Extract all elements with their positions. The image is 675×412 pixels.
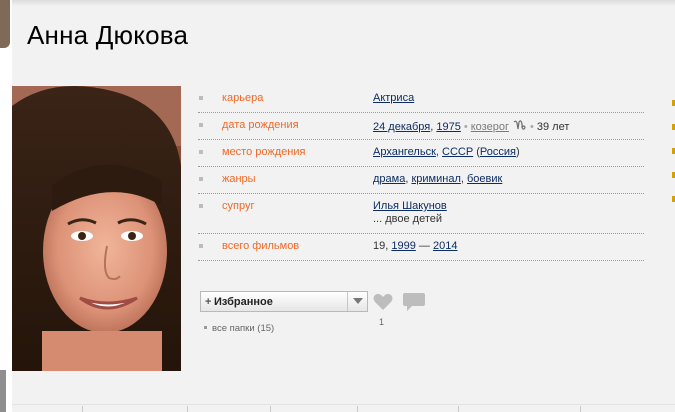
likes-count: 1 — [379, 317, 385, 327]
capricorn-icon — [513, 119, 526, 135]
info-row-birth-place: место рождения Архангельск, СССР (Россия… — [198, 140, 644, 167]
age-text: 39 лет — [536, 121, 570, 133]
spouse-label: супруг — [222, 200, 255, 212]
profile-page: Анна Дюкова карьера Актриса дата рождени… — [12, 0, 675, 412]
row-bullet — [199, 96, 203, 100]
speech-bubble-icon[interactable] — [403, 293, 425, 317]
tab-divider — [187, 406, 188, 412]
films-count: 19 — [373, 240, 386, 252]
genre-link[interactable]: боевик — [467, 173, 502, 185]
row-bullet — [199, 150, 203, 154]
row-bullet — [199, 204, 203, 208]
bullet-dot — [204, 326, 207, 329]
tab-divider — [270, 406, 271, 412]
genre-link[interactable]: криминал — [411, 173, 460, 185]
spouse-link[interactable]: Илья Шакунов — [373, 200, 447, 212]
chevron-down-icon — [353, 298, 363, 304]
info-row-career: карьера Актриса — [198, 86, 644, 113]
films-year-to-link[interactable]: 2014 — [433, 240, 457, 252]
career-link[interactable]: Актриса — [373, 92, 414, 104]
favorites-dropdown[interactable]: + Избранное — [200, 291, 368, 312]
all-folders-text: все папки (15) — [212, 323, 275, 334]
tab-divider — [580, 406, 581, 412]
left-edge-decoration-bottom — [0, 370, 6, 412]
row-bullet — [199, 244, 203, 248]
row-bullet — [199, 123, 203, 127]
left-edge-decoration — [0, 0, 10, 48]
career-label: карьера — [222, 92, 264, 104]
genre-link[interactable]: драма — [373, 173, 405, 185]
children-text: ... двое детей — [373, 213, 443, 225]
favorites-label: Избранное — [214, 296, 273, 308]
dropdown-toggle[interactable] — [347, 292, 367, 311]
heart-icon[interactable] — [373, 293, 393, 316]
separator-dot: • — [463, 121, 468, 133]
top-shade — [12, 0, 675, 6]
films-total-value: 19, 1999 — 2014 — [373, 240, 458, 252]
tab-divider — [458, 406, 459, 412]
birth-date-label: дата рождения — [222, 119, 299, 131]
zodiac-link[interactable]: козерог — [471, 121, 509, 133]
birth-country-now-link[interactable]: Россия — [480, 146, 516, 158]
info-row-genres: жанры драма, криминал, боевик — [198, 167, 644, 194]
birth-city-link[interactable]: Архангельск — [373, 146, 436, 158]
bottom-tab-strip — [12, 404, 675, 412]
birth-date-value: 24 декабря, 1975 • козерог • 39 лет — [373, 119, 570, 135]
spouse-value: Илья Шакунов ... двое детей — [373, 200, 447, 225]
birth-place-label: место рождения — [222, 146, 306, 158]
career-value: Актриса — [373, 92, 414, 104]
genres-label: жанры — [222, 173, 256, 185]
plus-icon: + — [205, 296, 212, 308]
genres-value: драма, криминал, боевик — [373, 173, 503, 185]
profile-photo[interactable] — [12, 86, 181, 371]
info-row-birth-date: дата рождения 24 декабря, 1975 • козерог •… — [198, 113, 644, 140]
birth-country-link[interactable]: СССР — [442, 146, 473, 158]
page-title: Анна Дюкова — [27, 20, 189, 50]
films-year-from-link[interactable]: 1999 — [391, 240, 415, 252]
birth-day-link[interactable]: 24 декабря — [373, 121, 430, 133]
info-table: карьера Актриса дата рождения 24 декабря… — [198, 86, 644, 261]
info-row-spouse: супруг Илья Шакунов ... двое детей — [198, 194, 644, 234]
films-total-label: всего фильмов — [222, 240, 300, 252]
separator-dot: • — [530, 121, 534, 133]
left-margin — [0, 0, 12, 412]
birth-year-link[interactable]: 1975 — [436, 121, 460, 133]
tab-divider — [82, 406, 83, 412]
tab-divider — [357, 406, 358, 412]
all-folders-link[interactable]: все папки (15) — [204, 323, 274, 334]
info-row-films-total: всего фильмов 19, 1999 — 2014 — [198, 234, 644, 261]
birth-place-value: Архангельск, СССР (Россия) — [373, 146, 520, 158]
row-bullet — [199, 177, 203, 181]
